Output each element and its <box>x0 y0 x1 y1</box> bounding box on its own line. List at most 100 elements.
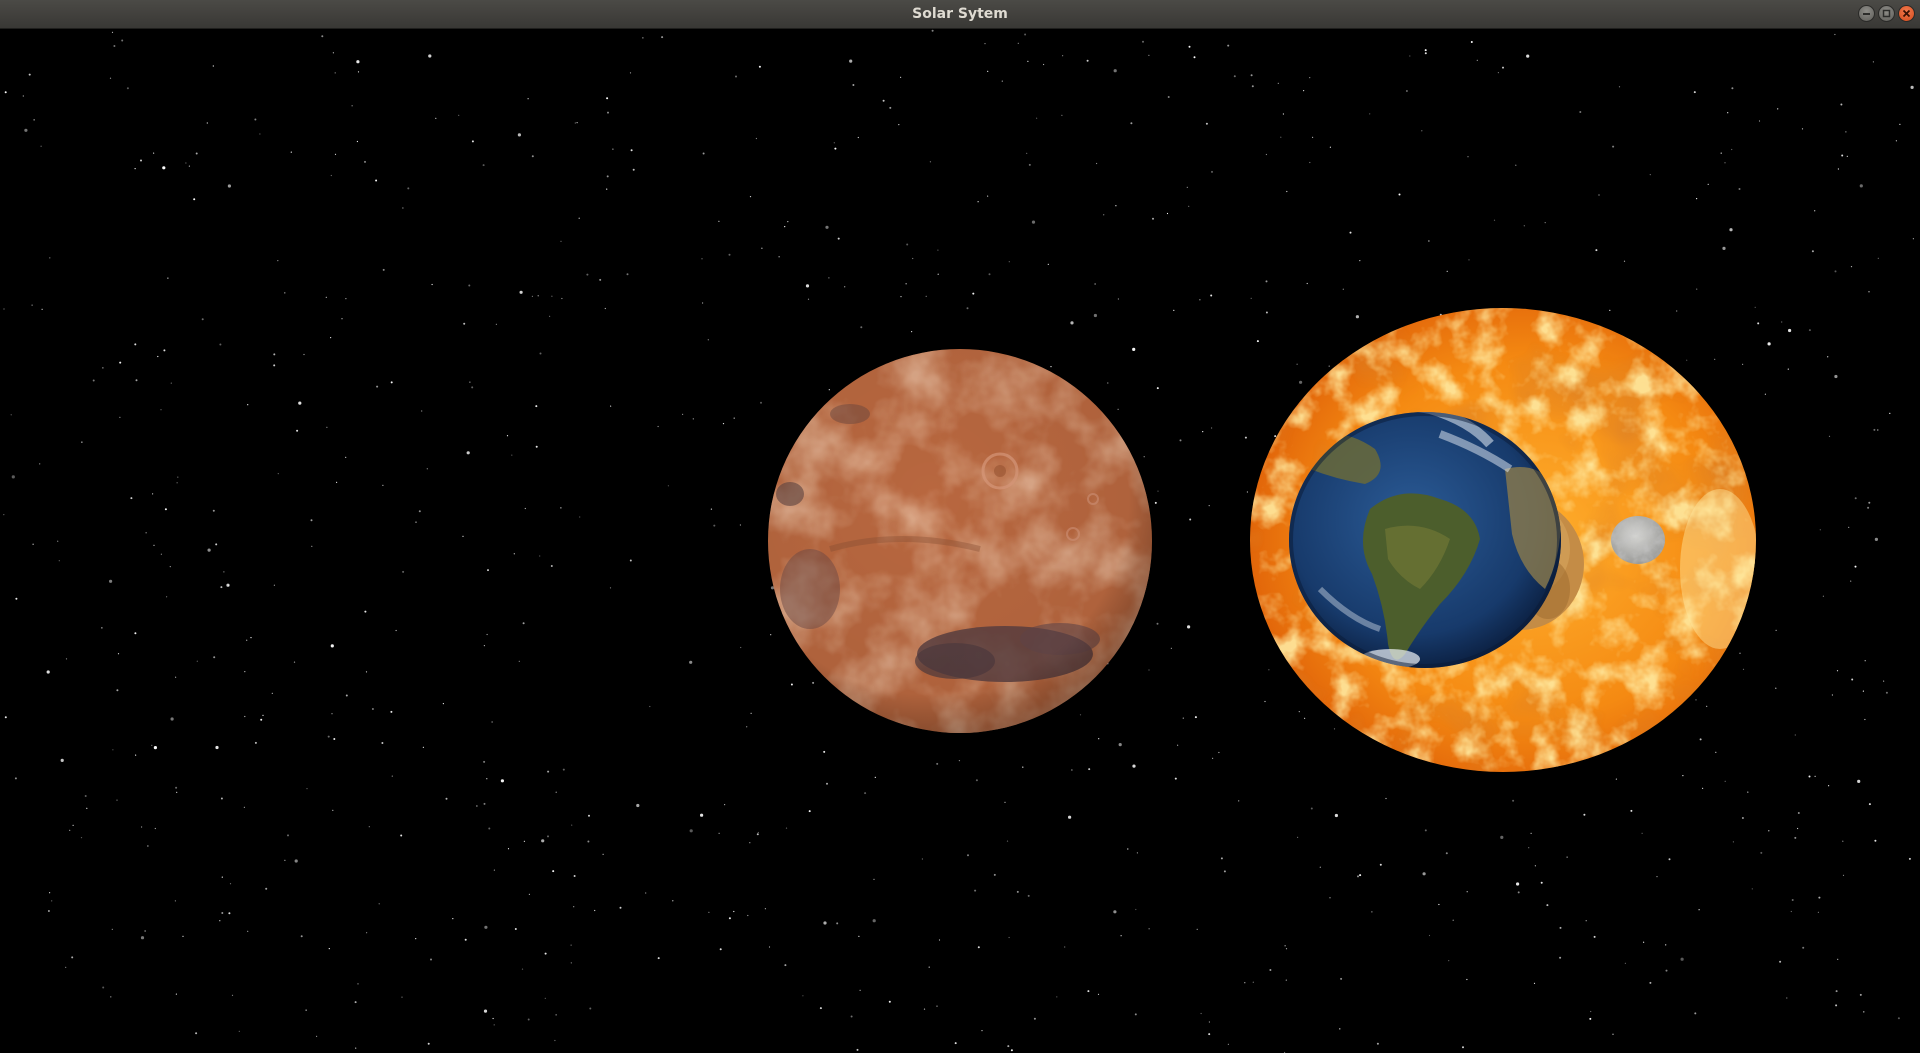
star <box>153 746 157 750</box>
star <box>1834 270 1837 273</box>
star <box>1682 775 1684 777</box>
star <box>65 966 67 969</box>
star <box>1103 214 1105 216</box>
star <box>1127 848 1129 850</box>
star <box>784 964 787 967</box>
star <box>351 105 353 107</box>
star <box>523 840 526 842</box>
star <box>858 935 860 938</box>
star <box>1868 291 1870 293</box>
star <box>987 70 989 72</box>
star <box>250 637 252 639</box>
star <box>1152 217 1154 220</box>
moon <box>1611 516 1665 564</box>
star <box>4 91 7 94</box>
minimize-button[interactable] <box>1858 5 1875 22</box>
star <box>402 570 405 573</box>
star <box>254 741 257 744</box>
star <box>484 925 488 929</box>
star <box>58 560 60 562</box>
star <box>310 519 313 522</box>
star <box>1189 518 1192 521</box>
star <box>65 658 68 660</box>
star <box>1329 146 1331 148</box>
star <box>974 889 977 892</box>
star <box>185 162 187 164</box>
star <box>382 268 385 271</box>
star <box>812 681 815 684</box>
star <box>69 829 71 831</box>
star <box>1008 261 1010 263</box>
star <box>332 52 334 54</box>
star <box>921 858 924 860</box>
star <box>936 1005 938 1007</box>
star <box>102 367 104 369</box>
star <box>574 122 576 124</box>
star <box>1863 1011 1865 1013</box>
star <box>562 768 565 771</box>
star <box>341 318 343 320</box>
star <box>1017 42 1019 44</box>
star <box>175 786 178 789</box>
star <box>757 831 759 834</box>
star <box>977 201 979 203</box>
star <box>1428 934 1431 937</box>
star <box>527 98 529 100</box>
star <box>47 910 50 912</box>
star <box>466 451 470 455</box>
star <box>629 559 632 562</box>
star <box>1754 306 1756 308</box>
star <box>713 524 716 527</box>
star <box>418 510 421 513</box>
star <box>442 703 444 705</box>
star <box>770 634 772 636</box>
star <box>514 928 517 930</box>
star <box>531 155 534 158</box>
star <box>259 133 261 135</box>
star <box>785 827 788 829</box>
star <box>1113 69 1117 73</box>
star <box>954 1042 957 1045</box>
star <box>733 910 735 913</box>
star <box>1309 161 1311 164</box>
star <box>1873 428 1876 431</box>
star <box>117 653 120 655</box>
star <box>802 995 804 997</box>
star <box>213 656 216 659</box>
space-viewport[interactable] <box>0 29 1920 1053</box>
star <box>422 746 424 748</box>
star <box>336 481 338 483</box>
star <box>415 521 417 523</box>
close-button[interactable] <box>1898 5 1915 22</box>
star <box>134 632 137 635</box>
star <box>400 834 403 837</box>
star <box>1862 690 1864 692</box>
star <box>1296 363 1298 365</box>
star <box>167 277 169 279</box>
star <box>1268 669 1270 671</box>
star <box>1797 827 1799 830</box>
star <box>1027 60 1029 62</box>
window-titlebar[interactable]: Solar Sytem <box>0 0 1920 29</box>
star <box>177 476 179 478</box>
star <box>560 240 562 242</box>
star <box>1284 945 1286 947</box>
star <box>547 770 550 773</box>
maximize-button[interactable] <box>1878 5 1895 22</box>
star <box>925 295 927 297</box>
star <box>619 906 622 909</box>
star <box>277 473 279 475</box>
star <box>1118 743 1122 747</box>
star <box>524 507 526 510</box>
star <box>147 845 149 847</box>
star <box>4 716 7 719</box>
star <box>544 952 547 955</box>
star <box>1786 997 1788 999</box>
star <box>162 166 166 170</box>
star <box>1768 830 1770 832</box>
star <box>1724 780 1726 782</box>
star <box>1801 128 1804 130</box>
star <box>1096 162 1098 165</box>
star <box>1874 537 1878 541</box>
star <box>570 962 572 964</box>
